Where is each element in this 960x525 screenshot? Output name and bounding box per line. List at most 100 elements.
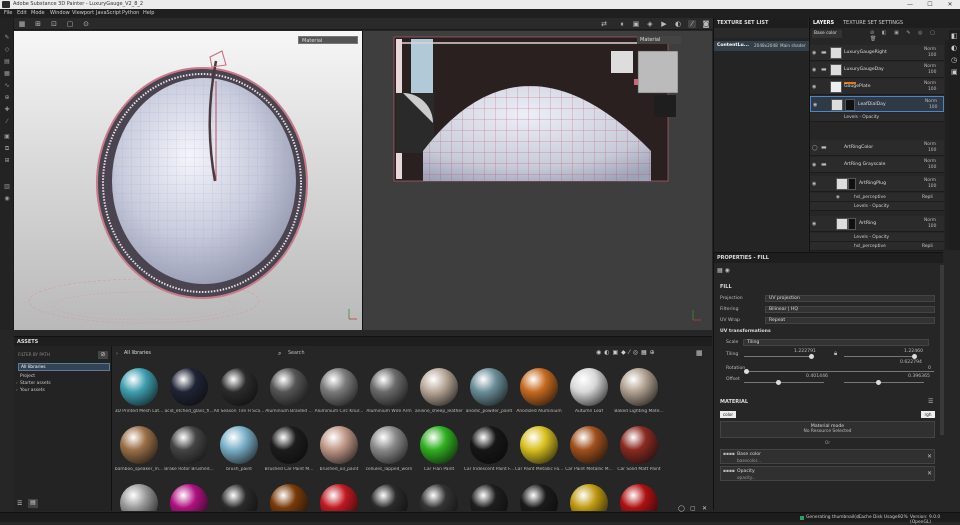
effect-row[interactable]: ◉ hsl_perceptive Repli bbox=[810, 193, 944, 202]
scale-select[interactable]: Tiling bbox=[743, 339, 929, 346]
asset-item[interactable]: Car Paint Metallic Fa... bbox=[514, 424, 564, 482]
menu-file[interactable]: File bbox=[4, 10, 12, 16]
bake-icon[interactable]: ▣ bbox=[3, 133, 11, 141]
effect-row[interactable]: Levels - Opacity bbox=[810, 202, 944, 211]
refresh-icon[interactable]: ⊙ bbox=[82, 20, 90, 28]
viewport-2d[interactable]: Material bbox=[363, 31, 712, 330]
layer-blend[interactable]: Norm bbox=[924, 142, 936, 147]
brush-mode-icon[interactable]: ⁄ bbox=[688, 20, 696, 28]
trash-icon[interactable]: ✕ bbox=[702, 505, 707, 512]
layer-blend[interactable]: Norm bbox=[924, 64, 936, 69]
viewport-3d-material-select[interactable]: Material bbox=[298, 36, 358, 44]
asset-item[interactable]: Aluminium Wire Arm bbox=[364, 366, 414, 424]
offset-slider-1[interactable] bbox=[744, 380, 824, 385]
asset-item[interactable] bbox=[314, 482, 364, 511]
measure-icon[interactable]: ⊞ bbox=[3, 157, 11, 165]
tree-item-your-assets[interactable]: Your assets bbox=[20, 388, 45, 393]
layer-icon[interactable]: ⧉ bbox=[3, 145, 11, 153]
slider-knob[interactable] bbox=[809, 354, 814, 359]
layer-opacity[interactable]: 100 bbox=[928, 165, 936, 170]
minimize-button[interactable]: — bbox=[900, 0, 920, 9]
maximize-button[interactable]: ☐ bbox=[920, 0, 940, 9]
asset-item[interactable]: Car Iridescent Paint F... bbox=[464, 424, 514, 482]
opacity-slot[interactable]: ▪▪▪▪ Opacity opacity... ✕ bbox=[720, 466, 935, 481]
polygon-fill-icon[interactable]: ▦ bbox=[3, 70, 11, 78]
slider-knob[interactable] bbox=[744, 369, 749, 374]
texture-set-shader[interactable]: Main shader bbox=[780, 43, 806, 48]
tab-layers[interactable]: LAYERS bbox=[813, 20, 834, 26]
detail-view-icon[interactable]: ▤ bbox=[28, 499, 38, 508]
layer-opacity[interactable]: 100 bbox=[928, 53, 936, 58]
projection-select[interactable]: UV projection bbox=[765, 295, 935, 302]
menu-help[interactable]: Help bbox=[143, 10, 154, 16]
asset-item[interactable]: cellules_lapped_worn bbox=[364, 424, 414, 482]
tiling-value-1[interactable]: 1.222791 bbox=[794, 349, 816, 354]
grid-icon[interactable]: ▦ bbox=[18, 20, 26, 28]
asset-item[interactable] bbox=[114, 482, 164, 511]
base-color-slot[interactable]: ▪▪▪▪ Base color basecolor... ✕ bbox=[720, 449, 935, 464]
asset-item[interactable] bbox=[414, 482, 464, 511]
shelf-icon[interactable]: ▥ bbox=[3, 183, 11, 191]
asset-item[interactable]: bamboo_speaker_m... bbox=[114, 424, 164, 482]
assets-breadcrumb[interactable]: All libraries bbox=[124, 351, 151, 356]
effect-row[interactable]: Levels - Opacity bbox=[810, 233, 944, 242]
menu-javascript[interactable]: JavaScript bbox=[96, 10, 121, 16]
asset-item[interactable]: Baked Lighting Mate... bbox=[614, 366, 664, 424]
visibility-icon[interactable]: ◉ bbox=[812, 84, 816, 90]
asset-item[interactable]: brushed_oil_paint bbox=[314, 424, 364, 482]
video-icon[interactable]: ▶ bbox=[660, 20, 668, 28]
layer-blend[interactable]: Norm bbox=[924, 81, 936, 86]
chevron-right-icon[interactable]: › bbox=[16, 381, 18, 386]
menu-window[interactable]: Window bbox=[50, 10, 70, 16]
asset-item[interactable]: brush_paint bbox=[214, 424, 264, 482]
viewport-2d-material-select[interactable]: Material bbox=[637, 36, 681, 44]
visibility-icon[interactable]: ◉ bbox=[813, 102, 817, 108]
slider-knob[interactable] bbox=[912, 354, 917, 359]
remove-icon[interactable]: ✕ bbox=[927, 470, 932, 477]
asset-item[interactable]: Anodized Aluminium bbox=[514, 366, 564, 424]
layer-row[interactable]: ◉ ▬ LuxuryGaugeDay Norm 100 bbox=[810, 62, 944, 78]
pipette-icon[interactable]: ⁄ bbox=[3, 118, 11, 126]
asset-item[interactable]: anodic_powder_paint bbox=[464, 366, 514, 424]
offset-slider-2[interactable] bbox=[844, 380, 924, 385]
material-rgh-button[interactable]: rgh bbox=[921, 411, 935, 418]
layer-blend[interactable]: Norm bbox=[924, 178, 936, 183]
visibility-icon[interactable]: ◉ bbox=[812, 181, 816, 187]
layer-opacity[interactable]: 100 bbox=[928, 70, 936, 75]
layer-opacity[interactable]: 100 bbox=[928, 148, 936, 153]
tiling-slider-1[interactable] bbox=[744, 354, 814, 359]
uv-wrap-select[interactable]: Repeat bbox=[765, 317, 935, 324]
texture-set-row[interactable]: ContentLu... 2048x2048 Main shader bbox=[714, 41, 809, 51]
asset-item[interactable] bbox=[464, 482, 514, 511]
layout-icon[interactable]: ▢ bbox=[66, 20, 74, 28]
grid-view-icon[interactable]: ▦ bbox=[696, 349, 703, 357]
menu-python[interactable]: Python bbox=[122, 10, 139, 16]
layer-row[interactable]: ◉ ArtRingPlug Norm 100 bbox=[810, 176, 944, 192]
camera-icon[interactable]: ◉ bbox=[3, 195, 11, 203]
clone-icon[interactable]: ⊕ bbox=[3, 94, 11, 102]
layer-row[interactable]: ◉ ▬ LuxuryGaugeRight Norm 100 bbox=[810, 45, 944, 61]
slider-knob[interactable] bbox=[776, 380, 781, 385]
smudge-icon[interactable]: ∿ bbox=[3, 82, 11, 90]
asset-item[interactable]: Aluminium Circ Knur... bbox=[314, 366, 364, 424]
layer-blend[interactable]: Norm bbox=[924, 159, 936, 164]
menu-mode[interactable]: Mode bbox=[31, 10, 45, 16]
screenshot-icon[interactable]: ▣ bbox=[632, 20, 640, 28]
asset-item[interactable]: All Season Tire H Sca... bbox=[214, 366, 264, 424]
asset-item[interactable]: Car Paint Metallic M... bbox=[564, 424, 614, 482]
material-mode-box[interactable]: Material mode No Resource Selected bbox=[720, 421, 935, 438]
rotation-slider[interactable] bbox=[744, 369, 934, 374]
layer-blend[interactable]: Norm bbox=[924, 47, 936, 52]
import-icon[interactable]: ▢ bbox=[690, 505, 696, 512]
layers-dock-icon[interactable]: ◧ bbox=[951, 32, 958, 40]
list-view-icon[interactable]: ☰ bbox=[17, 500, 22, 507]
asset-item[interactable] bbox=[514, 482, 564, 511]
effect-blend[interactable]: Repli bbox=[922, 244, 933, 249]
asset-item[interactable] bbox=[264, 482, 314, 511]
add-folder-icon[interactable]: ◯ bbox=[678, 505, 685, 512]
tiling-slider-2[interactable] bbox=[844, 354, 917, 359]
asset-item[interactable]: acid_etched_glass_fl... bbox=[164, 366, 214, 424]
viewport-3d[interactable]: Material bbox=[14, 31, 362, 330]
half-view-icon[interactable]: ◐ bbox=[674, 20, 682, 28]
layer-blend[interactable]: Norm bbox=[925, 99, 937, 104]
